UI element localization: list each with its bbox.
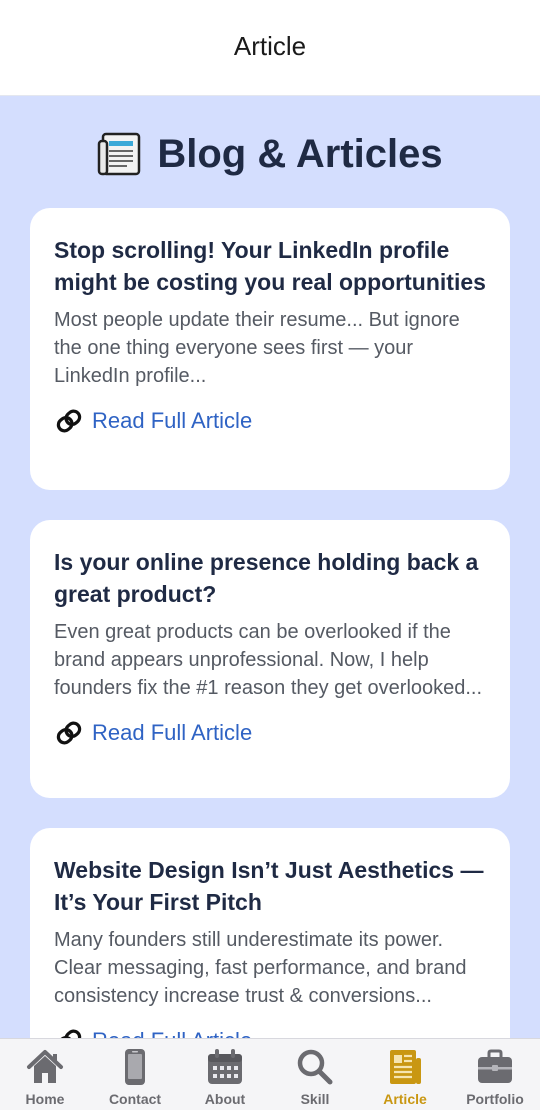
- article-excerpt: Most people update their resume... But i…: [54, 309, 460, 387]
- nav-item-about[interactable]: About: [180, 1039, 270, 1110]
- top-bar: Article: [0, 0, 540, 96]
- page-title: Article: [233, 31, 307, 61]
- section-heading: Blog & Articles: [0, 126, 540, 182]
- nav-item-contact[interactable]: Contact: [90, 1039, 180, 1110]
- briefcase-icon: [475, 1047, 515, 1087]
- article-title: Is your online presence holding back a g…: [54, 549, 479, 607]
- nav-label: About: [204, 1091, 246, 1107]
- heading-text: Blog & Articles: [157, 131, 443, 176]
- document-icon: [385, 1047, 425, 1087]
- article-card: Website Design Isn’t Just Aesthetics — I…: [30, 828, 510, 1038]
- nav-label: Home: [25, 1091, 65, 1107]
- read-link-label: Read Full Article: [92, 1028, 252, 1038]
- link-icon: [56, 409, 82, 433]
- search-icon: [295, 1047, 335, 1087]
- nav-label: Contact: [108, 1091, 162, 1107]
- newspaper-icon: [98, 132, 141, 176]
- read-full-article-link[interactable]: Read Full Article: [54, 1026, 486, 1038]
- nav-label: Article: [383, 1091, 427, 1107]
- read-link-label: Read Full Article: [92, 720, 253, 745]
- article-title: Stop scrolling! Your LinkedIn profile mi…: [54, 237, 486, 295]
- nav-item-article[interactable]: Article: [360, 1039, 450, 1110]
- read-link-label: Read Full Article: [92, 408, 253, 433]
- app-screen: Article Blog & Articles Stop scrolling! …: [0, 0, 540, 1110]
- phone-icon: [115, 1047, 155, 1087]
- content-scroll-area[interactable]: Blog & Articles Stop scrolling! Your Lin…: [0, 96, 540, 1038]
- calendar-icon: [205, 1047, 245, 1087]
- article-excerpt: Even great products can be overlooked if…: [54, 621, 483, 699]
- article-excerpt: Many founders still underestimate its po…: [54, 929, 467, 1007]
- nav-item-home[interactable]: Home: [0, 1039, 90, 1110]
- article-card: Stop scrolling! Your LinkedIn profile mi…: [30, 208, 510, 490]
- bottom-navigation: Home Contact About Skill Article Portfol…: [0, 1038, 540, 1110]
- nav-label: Portfolio: [466, 1091, 524, 1107]
- nav-item-skill[interactable]: Skill: [270, 1039, 360, 1110]
- article-title: Website Design Isn’t Just Aesthetics — I…: [54, 857, 484, 915]
- read-full-article-link[interactable]: Read Full Article: [54, 406, 486, 436]
- read-full-article-link[interactable]: Read Full Article: [54, 718, 486, 748]
- nav-label: Skill: [300, 1091, 330, 1107]
- link-icon: [56, 721, 82, 745]
- nav-item-portfolio[interactable]: Portfolio: [450, 1039, 540, 1110]
- home-icon: [25, 1047, 65, 1087]
- link-icon: [56, 1029, 82, 1038]
- article-card: Is your online presence holding back a g…: [30, 520, 510, 798]
